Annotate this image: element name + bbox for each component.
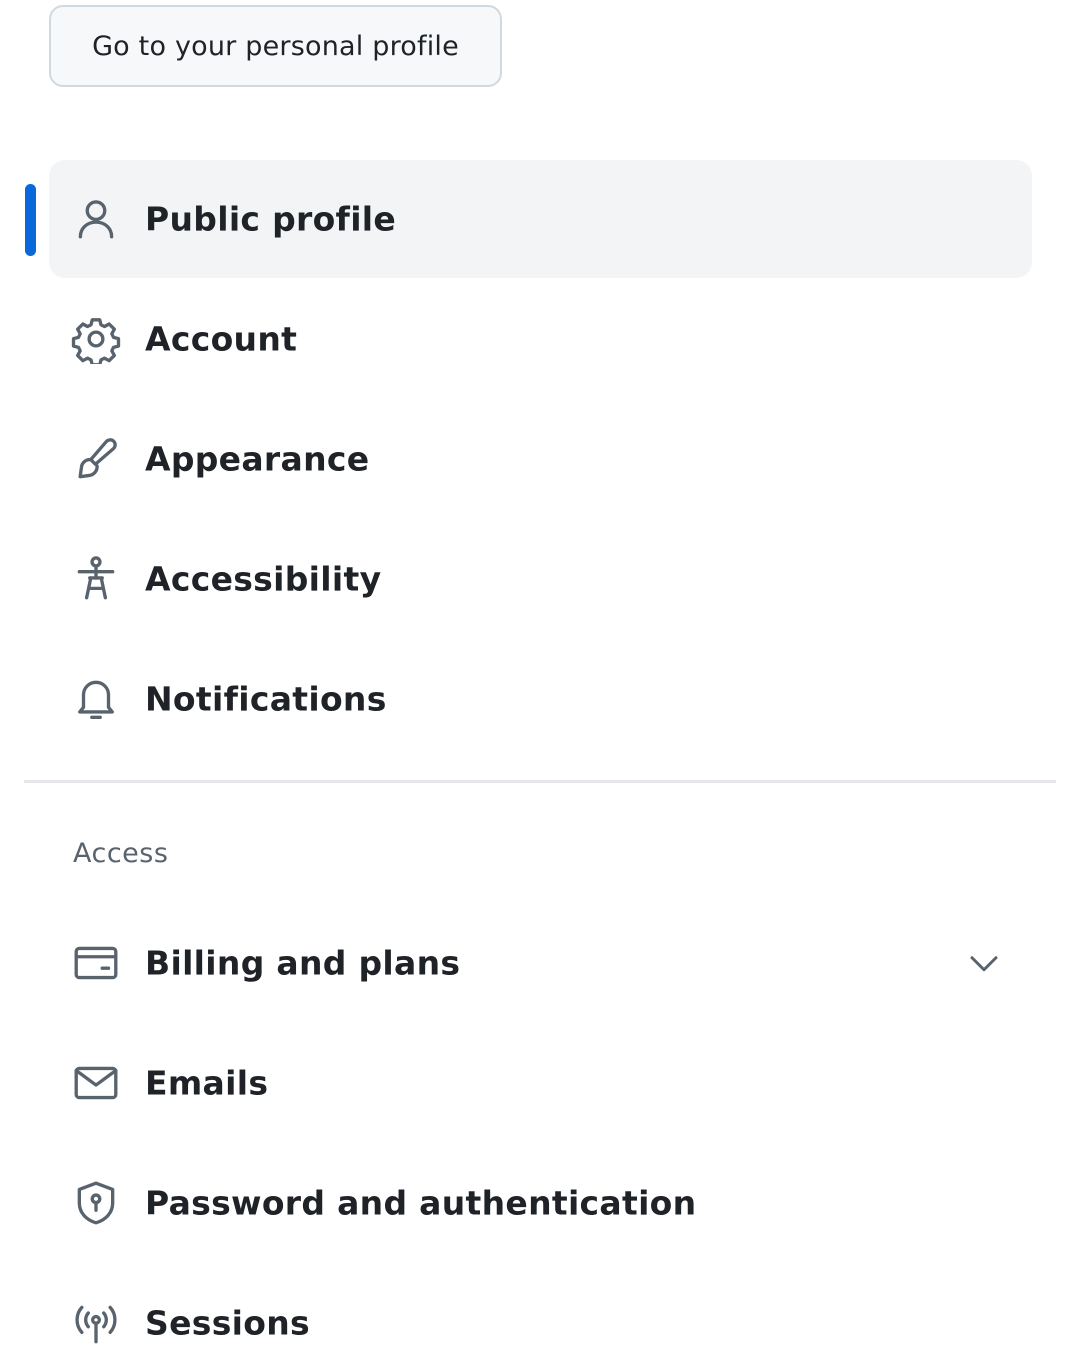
nav-item-label: Sessions: [145, 1303, 310, 1343]
nav-item-accessibility[interactable]: Accessibility: [49, 520, 1032, 638]
mail-icon: [71, 1058, 121, 1108]
nav-item-account[interactable]: Account: [49, 280, 1032, 398]
nav-item-label: Account: [145, 319, 298, 359]
nav-item-label: Notifications: [145, 679, 387, 719]
chevron-down-icon[interactable]: [966, 945, 1002, 981]
nav-item-public-profile[interactable]: Public profile: [49, 160, 1032, 278]
section-divider: [24, 780, 1056, 783]
shield-lock-icon: [71, 1178, 121, 1228]
nav-item-billing[interactable]: Billing and plans: [49, 904, 1032, 1022]
paintbrush-icon: [71, 434, 121, 484]
bell-icon: [71, 674, 121, 724]
nav-item-sessions[interactable]: Sessions: [49, 1264, 1032, 1369]
nav-item-emails[interactable]: Emails: [49, 1024, 1032, 1142]
nav-item-label: Password and authentication: [145, 1183, 697, 1223]
accessibility-icon: [71, 554, 121, 604]
nav-item-label: Appearance: [145, 439, 370, 479]
nav-item-label: Accessibility: [145, 559, 382, 599]
gear-icon: [71, 314, 121, 364]
broadcast-icon: [71, 1298, 121, 1348]
nav-item-password-authentication[interactable]: Password and authentication: [49, 1144, 1032, 1262]
nav-item-label: Public profile: [145, 199, 397, 239]
nav-item-notifications[interactable]: Notifications: [49, 640, 1032, 758]
active-indicator: [25, 184, 36, 256]
nav-item-appearance[interactable]: Appearance: [49, 400, 1032, 518]
nav-item-label: Emails: [145, 1063, 269, 1103]
settings-sidebar: Go to your personal profile Public profi…: [0, 0, 1080, 1369]
go-to-profile-button[interactable]: Go to your personal profile: [49, 5, 502, 87]
section-heading-access: Access: [73, 838, 169, 869]
person-icon: [71, 194, 121, 244]
credit-card-icon: [71, 938, 121, 988]
nav-item-label: Billing and plans: [145, 943, 461, 983]
